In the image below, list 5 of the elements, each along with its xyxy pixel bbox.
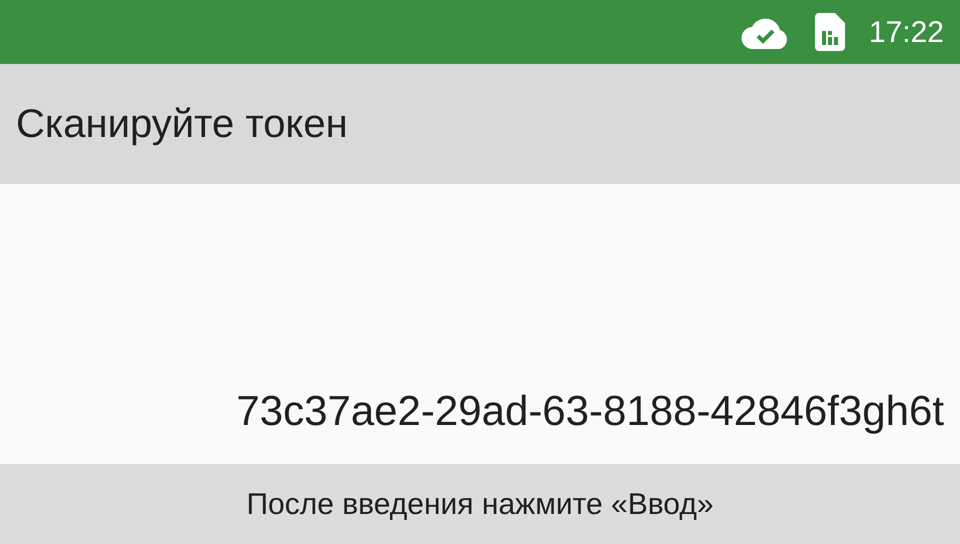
hint-text: После введения нажмите «Ввод» — [246, 486, 714, 522]
clock-time: 17:22 — [868, 14, 944, 50]
token-value: 73c37ae2-29ad-63-8188-42846f3gh6t — [236, 386, 944, 436]
screen-title: Сканируйте токен — [16, 101, 348, 148]
sim-card-icon — [814, 13, 845, 51]
